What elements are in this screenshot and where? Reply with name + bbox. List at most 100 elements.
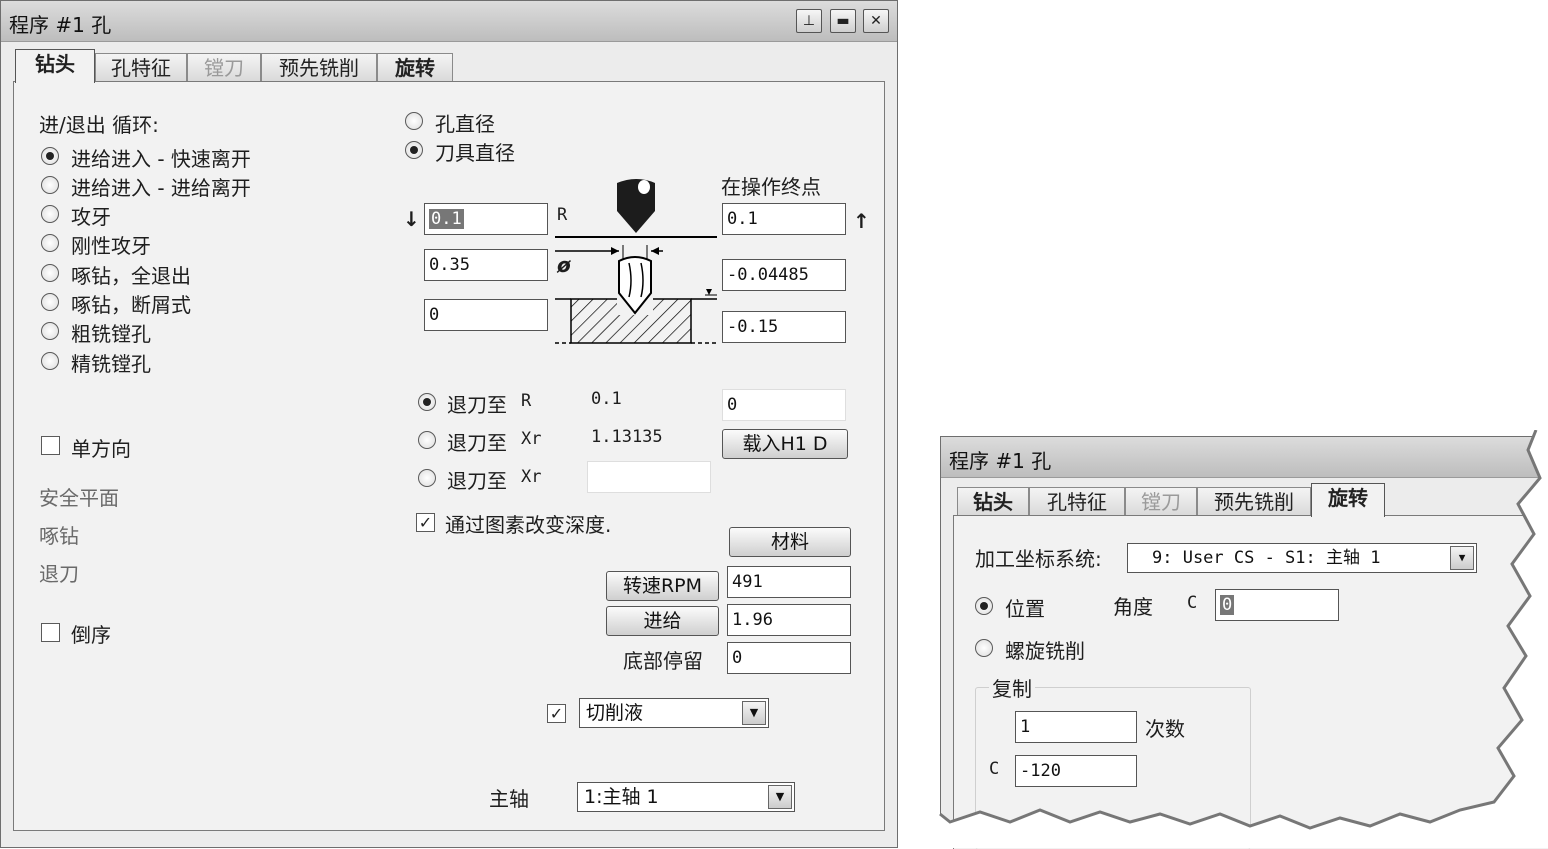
coolant-dropdown[interactable]: 切削液 ▼ [579,698,769,728]
cycle-radio-rigid-tap[interactable] [41,234,59,252]
retract-offset-input[interactable]: 0 [722,389,846,421]
cycle-radio-peck-full[interactable] [41,264,59,282]
close-button[interactable]: ✕ [863,9,889,33]
drill-diagram [555,179,717,344]
end-depth-input[interactable]: -0.15 [722,311,846,343]
tab-label: 镗刀 [204,56,244,80]
end-tip-input[interactable]: -0.04485 [722,259,846,291]
close-icon: ✕ [870,13,882,29]
diameter-value: 0.35 [429,255,470,275]
load-h1d-button[interactable]: 载入H1 D [722,429,848,459]
end-clearance-value: 0.1 [727,209,758,229]
cycle-radio-peck-chip[interactable] [41,293,59,311]
minimize-button[interactable]: ▬ [830,9,856,33]
cycle-radio-tap[interactable] [41,205,59,223]
cycle-option-label: 啄钻，全退出 [71,264,191,288]
rpm-button[interactable]: 转速RPM [606,571,719,601]
coolant-checkbox[interactable]: ✓ [547,704,566,723]
end-clearance-input[interactable]: 0.1 [722,203,846,235]
retract-xr-value: 1.13135 [591,427,663,447]
depth-input[interactable]: 0 [424,299,548,331]
spindle-label: 主轴 [489,787,529,811]
cycle-radio-rough-bore[interactable] [41,322,59,340]
retract-xr2-input[interactable] [587,461,711,493]
tool-diameter-label: 刀具直径 [435,141,515,165]
safety-plane-label: 安全平面 [39,486,119,510]
torn-edge-decoration [939,430,1548,848]
main-title-bar[interactable]: 程序 #1 孔 ⊥ ▬ ✕ [1,1,897,42]
retract-xr-label: 退刀至 [447,431,507,455]
tab-boring[interactable]: 镗刀 [187,53,261,83]
pin-button[interactable]: ⊥ [796,9,822,33]
feed-value: 1.96 [732,610,773,630]
main-title: 程序 #1 孔 [9,13,112,37]
retract-xr2-radio[interactable] [418,469,436,487]
chevron-down-icon[interactable]: ▼ [742,701,766,725]
spindle-dropdown[interactable]: 1:主轴 1 ▼ [577,782,795,812]
feed-button[interactable]: 进给 [606,606,719,636]
check-icon: ✓ [549,704,564,723]
retract-xr-radio[interactable] [418,431,436,449]
diameter-symbol: ø [557,253,571,277]
peck-label: 啄钻 [39,524,79,548]
material-button[interactable]: 材料 [729,527,851,557]
retract-r-code: R [521,391,532,411]
rpm-input[interactable]: 491 [727,566,851,598]
hole-diameter-radio[interactable] [405,112,423,130]
up-arrow-icon: ↑ [853,209,870,233]
tab-label: 钻头 [35,52,75,76]
tab-label: 旋转 [1328,486,1368,510]
reverse-checkbox[interactable] [41,623,60,642]
tab-pre-mill[interactable]: 预先铣削 [261,53,377,83]
rpm-label: 转速RPM [622,575,703,597]
retract-xr2-label: 退刀至 [447,469,507,493]
diameter-input[interactable]: 0.35 [424,249,548,281]
retract-xr2-code: Xr [521,467,542,487]
cycle-radio-feed-feed[interactable] [41,176,59,194]
tool-diameter-radio[interactable] [405,141,423,159]
change-depth-label: 通过图素改变深度. [445,513,612,537]
hole-diameter-label: 孔直径 [435,112,495,136]
minimize-icon: ▬ [836,13,850,29]
retract-xr-code: Xr [521,429,542,449]
cycle-radio-feed-rapid[interactable] [41,147,59,165]
r-label: R [557,205,568,225]
chevron-down-icon[interactable]: ▼ [768,785,792,809]
depth-value: 0 [429,305,440,325]
dwell-label: 底部停留 [623,649,703,673]
op-end-label: 在操作终点 [721,175,821,199]
clearance-value: 0.1 [429,209,464,229]
tab-rotation[interactable]: 旋转 [377,53,453,83]
unidirectional-checkbox[interactable] [41,436,60,455]
tab-hole-feature[interactable]: 孔特征 [95,53,187,83]
clearance-input[interactable]: 0.1 [424,203,548,235]
spindle-value: 1:主轴 1 [584,786,659,808]
pin-icon: ⊥ [802,13,816,29]
unidirectional-label: 单方向 [71,437,131,461]
tab-label: 孔特征 [111,56,171,80]
cycle-option-label: 粗铣镗孔 [71,322,151,346]
cycle-option-label: 进给进入 - 快速离开 [71,147,251,171]
cycle-option-label: 精铣镗孔 [71,352,151,376]
main-dialog: 程序 #1 孔 ⊥ ▬ ✕ 钻头 孔特征 镗刀 预先铣削 旋转 进/退出 循环:… [0,0,898,848]
check-icon: ✓ [418,513,433,532]
retract-r-label: 退刀至 [447,393,507,417]
dwell-input[interactable]: 0 [727,642,851,674]
material-label: 材料 [770,531,809,553]
feed-label: 进给 [643,610,682,632]
cycle-option-label: 进给进入 - 进给离开 [71,176,251,200]
retract-offset-value: 0 [727,395,738,415]
coolant-value: 切削液 [586,702,644,724]
cycle-option-label: 刚性攻牙 [71,234,151,258]
inset-tab-rotation[interactable]: 旋转 [1311,483,1385,517]
cycle-radio-finish-bore[interactable] [41,352,59,370]
cycle-label: 进/退出 循环: [39,113,159,137]
change-depth-checkbox[interactable]: ✓ [416,513,435,532]
feed-input[interactable]: 1.96 [727,604,851,636]
tab-label: 旋转 [395,56,435,80]
cycle-option-label: 攻牙 [71,205,111,229]
reverse-label: 倒序 [71,623,111,647]
down-arrow-icon: ↓ [403,207,420,231]
retract-r-radio[interactable] [418,393,436,411]
tab-drill[interactable]: 钻头 [15,49,95,83]
